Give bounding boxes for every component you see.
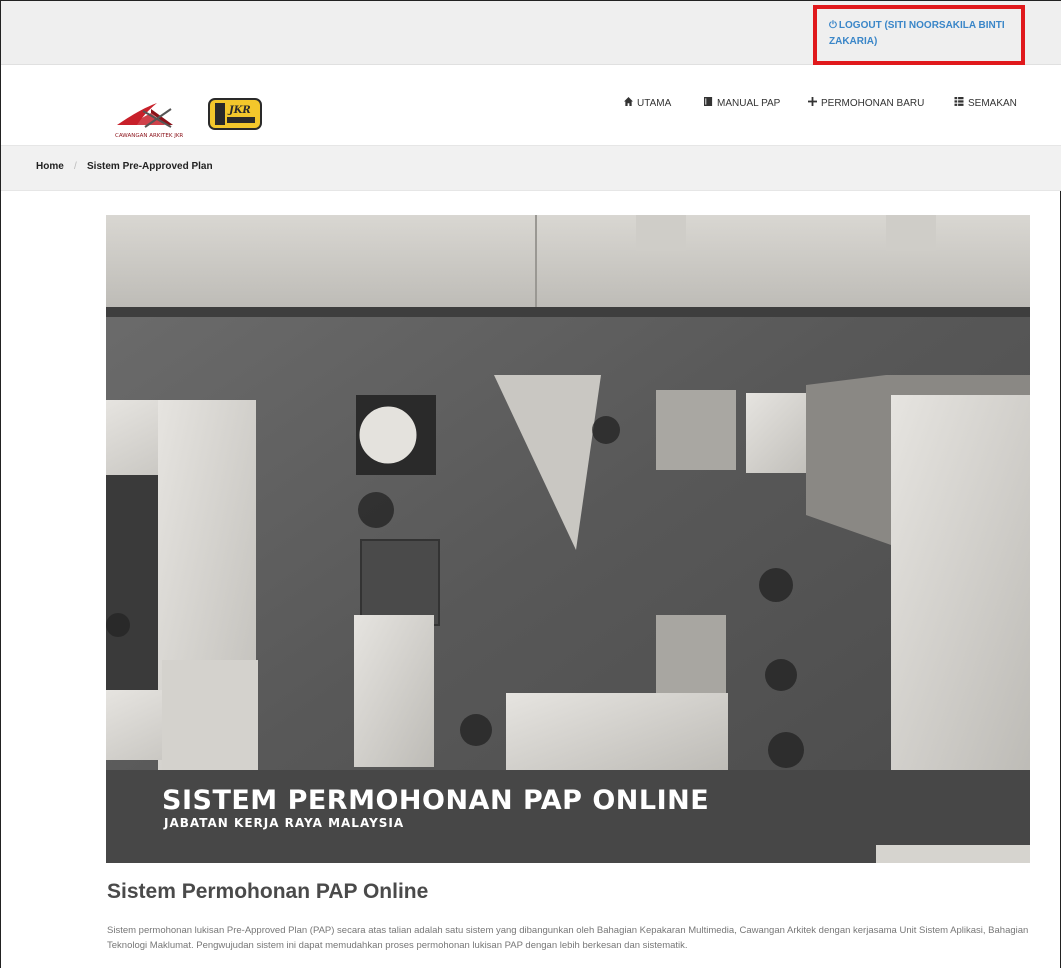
breadcrumb-current: Sistem Pre-Approved Plan: [87, 161, 213, 172]
power-icon: ⏻: [829, 20, 837, 31]
page-description: Sistem permohonan lukisan Pre-Approved P…: [107, 925, 1029, 951]
home-icon: [624, 97, 633, 109]
logout-label: LOGOUT (SITI NOORSAKILA BINTI ZAKARIA): [829, 20, 1005, 47]
page-title: Sistem Permohonan PAP Online: [107, 880, 429, 903]
cawangan-logo-text: CAWANGAN ARKITEK JKR: [115, 133, 183, 139]
nav-utama[interactable]: UTAMA: [624, 97, 671, 109]
architecture-model-image: [106, 215, 1030, 863]
main-nav: UTAMA MANUAL PAP PERMOHONAN BARU SEMAKAN: [0, 97, 1063, 111]
breadcrumb: Home / Sistem Pre-Approved Plan: [1, 146, 1061, 191]
nav-semakan-label: SEMAKAN: [968, 98, 1017, 109]
nav-permohonan-baru[interactable]: PERMOHONAN BARU: [808, 97, 924, 109]
nav-permohonan-baru-label: PERMOHONAN BARU: [821, 98, 925, 109]
logout-link[interactable]: ⏻ LOGOUT (SITI NOORSAKILA BINTI ZAKARIA): [829, 18, 1014, 50]
book-icon: [704, 97, 713, 109]
hero-banner: SISTEM PERMOHONAN PAP ONLINE JABATAN KER…: [106, 215, 1030, 863]
nav-semakan[interactable]: SEMAKAN: [954, 97, 1017, 109]
hero-title: SISTEM PERMOHONAN PAP ONLINE: [162, 785, 710, 816]
plus-icon: [808, 97, 817, 109]
nav-utama-label: UTAMA: [637, 98, 672, 109]
nav-manual-pap-label: MANUAL PAP: [717, 98, 781, 109]
list-icon: [954, 97, 964, 109]
hero-subtitle: JABATAN KERJA RAYA MALAYSIA: [164, 816, 405, 830]
breadcrumb-home[interactable]: Home: [36, 161, 64, 172]
nav-manual-pap[interactable]: MANUAL PAP: [704, 97, 780, 109]
breadcrumb-separator: /: [74, 161, 77, 172]
